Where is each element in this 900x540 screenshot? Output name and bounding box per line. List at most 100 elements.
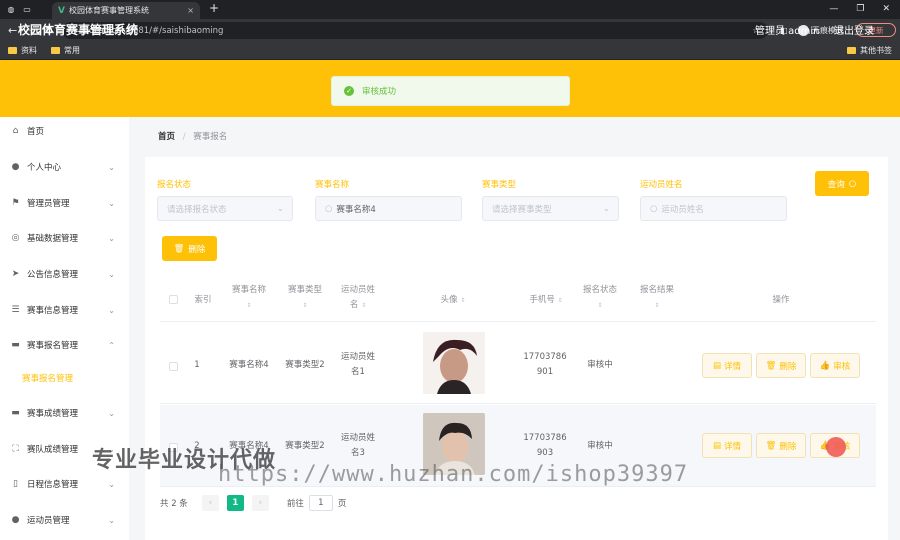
athlete-name-line: 名3 <box>351 448 365 458</box>
chevron-down-icon: ⌄ <box>108 269 115 279</box>
prev-page-button[interactable]: ‹ <box>201 495 219 511</box>
window-icon[interactable]: ▭ <box>22 5 32 15</box>
delete-button[interactable]: 🗑 删除 <box>756 433 806 458</box>
sidebar-item-label: 赛事报名管理 <box>27 341 79 351</box>
row-checkbox[interactable] <box>169 362 178 371</box>
sidebar-item-label: 管理员管理 <box>27 199 70 209</box>
sidebar-item-home[interactable]: ⌂ 首页 <box>0 121 129 141</box>
column-header-result[interactable]: 报名结果 ⇕ <box>637 283 677 313</box>
column-header-event-name[interactable]: 赛事名称 ⇕ <box>224 283 274 313</box>
sidebar-item-notice[interactable]: ➤ 公告信息管理 ⌄ <box>0 264 129 284</box>
column-header-phone[interactable]: 手机号 ⇕ <box>516 293 576 308</box>
athlete-filter-label: 运动员姓名 <box>640 180 683 190</box>
detail-button[interactable]: ▤ 详情 <box>702 353 752 378</box>
name-filter-label: 赛事名称 <box>315 180 350 190</box>
folder-icon <box>8 46 17 54</box>
new-tab-button[interactable]: + <box>209 1 219 15</box>
page-number-current[interactable]: 1 <box>226 495 244 511</box>
column-header-event-type[interactable]: 赛事类型 ⇕ <box>280 283 330 313</box>
sidebar-item-personal-center[interactable]: ● 个人中心 ⌄ <box>0 157 129 177</box>
globe-icon[interactable]: ◍ <box>6 5 16 15</box>
close-window-icon[interactable]: ✕ <box>882 0 890 19</box>
query-button[interactable]: 查询 ○ <box>815 171 869 196</box>
sliders-icon: ☰ <box>11 305 20 315</box>
flag-icon: ⚑ <box>11 198 20 208</box>
sidebar-item-event-scores[interactable]: ▬ 赛事成绩管理 ⌄ <box>0 403 129 423</box>
detail-button[interactable]: ▤ 详情 <box>702 433 752 458</box>
sidebar-item-label: 基础数据管理 <box>27 234 79 244</box>
sort-icon[interactable]: ⇕ <box>654 302 659 309</box>
event-name-input[interactable]: ○ 赛事名称4 <box>315 196 462 221</box>
cell-status: 审核中 <box>587 360 613 370</box>
trash-icon: 🗑 <box>173 243 185 254</box>
chevron-down-icon: ⌄ <box>108 408 115 418</box>
column-header-athlete-name[interactable]: 运动员姓名 ⇕ <box>338 283 378 313</box>
close-tab-icon[interactable]: × <box>187 6 194 15</box>
avatar[interactable] <box>423 332 485 394</box>
pagination: 共 2 条 ‹ 1 › 前往 1 页 <box>160 495 346 511</box>
back-icon[interactable]: ← <box>8 24 18 37</box>
next-page-button[interactable]: › <box>251 495 269 511</box>
select-all-checkbox[interactable] <box>169 295 178 304</box>
chevron-down-icon: ⌄ <box>108 162 115 172</box>
column-header-status[interactable]: 报名状态 ⇕ <box>580 283 620 313</box>
detail-label: 详情 <box>724 441 742 452</box>
column-header-avatar[interactable]: 头像 ⇕ <box>423 293 483 308</box>
status-select-placeholder: 请选择报名状态 <box>167 204 227 215</box>
chevron-down-icon: ⌄ <box>276 203 284 214</box>
bookmark-folder-2[interactable]: 常用 <box>51 45 80 56</box>
document-icon: ▤ <box>712 360 721 371</box>
bookmark-folder-1[interactable]: 资料 <box>8 45 37 56</box>
sort-icon[interactable]: ⇕ <box>558 297 563 304</box>
browser-tab[interactable]: V 校园体育赛事管理系统 × <box>52 2 200 19</box>
location-icon: ● <box>11 515 20 525</box>
logout-link[interactable]: 退出登录 <box>834 22 874 37</box>
goto-page-input[interactable]: 1 <box>308 495 333 511</box>
admin-label: 管理员 admin <box>755 26 820 37</box>
goto-label: 前往 <box>286 499 304 509</box>
phone-line: 901 <box>536 367 554 377</box>
sidebar-item-admin[interactable]: ⚑ 管理员管理 ⌄ <box>0 193 129 213</box>
address-bar[interactable]: ⓘ localhost :8081/#/saishibaoming ☆ <box>62 22 768 39</box>
sidebar-item-registration[interactable]: ▬ 赛事报名管理 ⌃ <box>0 335 129 355</box>
check-circle-icon: ✓ <box>344 86 354 96</box>
sidebar-item-label: 日程信息管理 <box>27 480 79 490</box>
cell-status: 审核中 <box>587 441 613 451</box>
sort-icon[interactable]: ⇕ <box>597 302 602 309</box>
sidebar-item-basic-data[interactable]: ◎ 基础数据管理 ⌄ <box>0 228 129 248</box>
sidebar-item-schedule[interactable]: ▯ 日程信息管理 ⌄ <box>0 474 129 494</box>
minimize-icon[interactable]: — <box>829 0 838 19</box>
globe-icon: ◎ <box>11 233 20 243</box>
document-icon: ▤ <box>712 440 721 451</box>
sort-icon[interactable]: ⇕ <box>246 302 251 309</box>
sort-icon[interactable]: ⇕ <box>302 302 307 309</box>
restore-icon[interactable]: ❐ <box>856 0 864 19</box>
batch-delete-button[interactable]: 🗑 删除 <box>162 236 217 261</box>
breadcrumb-home[interactable]: 首页 <box>158 132 175 142</box>
sidebar-item-athletes[interactable]: ● 运动员管理 ⌄ <box>0 510 129 530</box>
query-button-label: 查询 <box>827 179 845 190</box>
trash-icon: 🗑 <box>765 440 777 451</box>
status-select[interactable]: 请选择报名状态 ⌄ <box>157 196 293 221</box>
page-unit-label: 页 <box>337 499 347 509</box>
other-bookmarks[interactable]: 其他书签 <box>847 41 892 60</box>
phone-line: 903 <box>536 448 554 458</box>
phone-icon: ▯ <box>13 479 18 489</box>
breadcrumb-current: 赛事报名 <box>193 132 228 142</box>
column-header-index[interactable]: 索引 <box>190 293 216 308</box>
sort-icon[interactable]: ⇕ <box>460 297 465 304</box>
athlete-name-line: 运动员姓 <box>340 433 375 443</box>
column-header-actions: 操作 <box>772 295 790 305</box>
sidebar-subitem-registration[interactable]: 赛事报名管理 <box>22 372 73 384</box>
event-type-select[interactable]: 请选择赛事类型 ⌄ <box>482 196 619 221</box>
delete-label: 删除 <box>779 361 797 372</box>
sort-icon[interactable]: ⇕ <box>361 302 366 309</box>
sidebar-item-label: 运动员管理 <box>27 516 70 526</box>
review-button[interactable]: 👍审核 <box>810 353 860 378</box>
chevron-up-icon: ⌃ <box>108 340 115 350</box>
delete-button[interactable]: 🗑 删除 <box>756 353 806 378</box>
sidebar-item-event-info[interactable]: ☰ 赛事信息管理 ⌄ <box>0 300 129 320</box>
header-label: 报名状态 <box>582 285 617 295</box>
athlete-name-input[interactable]: ○ 运动员姓名 <box>640 196 787 221</box>
click-indicator <box>826 437 846 457</box>
